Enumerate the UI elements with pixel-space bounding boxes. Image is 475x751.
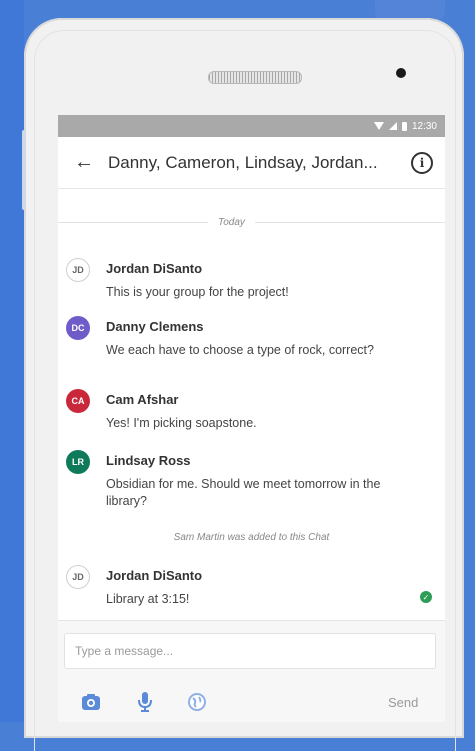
message-text: Obsidian for me. Should we meet tomorrow… [106, 477, 381, 508]
phone-camera [396, 68, 406, 78]
info-icon[interactable]: i [411, 151, 433, 174]
message-text: Library at 3:15! [106, 592, 190, 606]
message-sender: Lindsay Ross [106, 453, 191, 468]
system-notice-text: Sam Martin was added to this Chat [173, 532, 330, 543]
microphone-icon[interactable] [134, 691, 156, 713]
date-divider: Today [58, 217, 445, 228]
message-composer: Send [58, 620, 445, 722]
phone-speaker [208, 71, 302, 84]
message-sender: Danny Clemens [106, 319, 204, 334]
status-time: 12:30 [411, 120, 437, 132]
message-sender: Cam Afshar [106, 392, 179, 407]
avatar[interactable]: CA [66, 389, 90, 413]
system-notice: Sam Martin was added to this Chat [58, 532, 445, 543]
avatar[interactable]: LR [66, 450, 90, 474]
globe-icon[interactable] [186, 691, 208, 713]
avatar[interactable]: JD [66, 258, 90, 282]
conversation-title: Danny, Cameron, Lindsay, Jordan... [108, 152, 378, 172]
message-text: Yes! I'm picking soapstone. [106, 416, 257, 430]
phone-side-button [22, 130, 26, 210]
date-divider-label: Today [218, 217, 245, 228]
wifi-icon [373, 122, 384, 130]
message-input[interactable] [64, 633, 436, 669]
avatar[interactable]: JD [66, 565, 90, 589]
camera-icon[interactable] [80, 691, 102, 713]
delivered-check-icon: ✓ [420, 591, 432, 603]
chat-screen: 12:30 ← Danny, Cameron, Lindsay, Jordan.… [58, 115, 445, 722]
message-text: We each have to choose a type of rock, c… [106, 343, 374, 357]
arrow-left-icon[interactable]: ← [74, 151, 94, 174]
battery-icon [401, 121, 407, 131]
message-text: This is your group for the project! [106, 285, 289, 299]
message-sender: Jordan DiSanto [106, 261, 203, 276]
app-bar: ← Danny, Cameron, Lindsay, Jordan... i [58, 137, 445, 189]
signal-icon [388, 122, 397, 130]
message-sender: Jordan DiSanto [106, 568, 203, 583]
background-decoration [375, 0, 445, 20]
divider-line [58, 222, 208, 223]
send-button[interactable]: Send [388, 695, 418, 710]
background-left [0, 0, 24, 722]
status-bar: 12:30 [58, 115, 445, 137]
divider-line [254, 222, 445, 223]
avatar[interactable]: DC [66, 316, 90, 340]
